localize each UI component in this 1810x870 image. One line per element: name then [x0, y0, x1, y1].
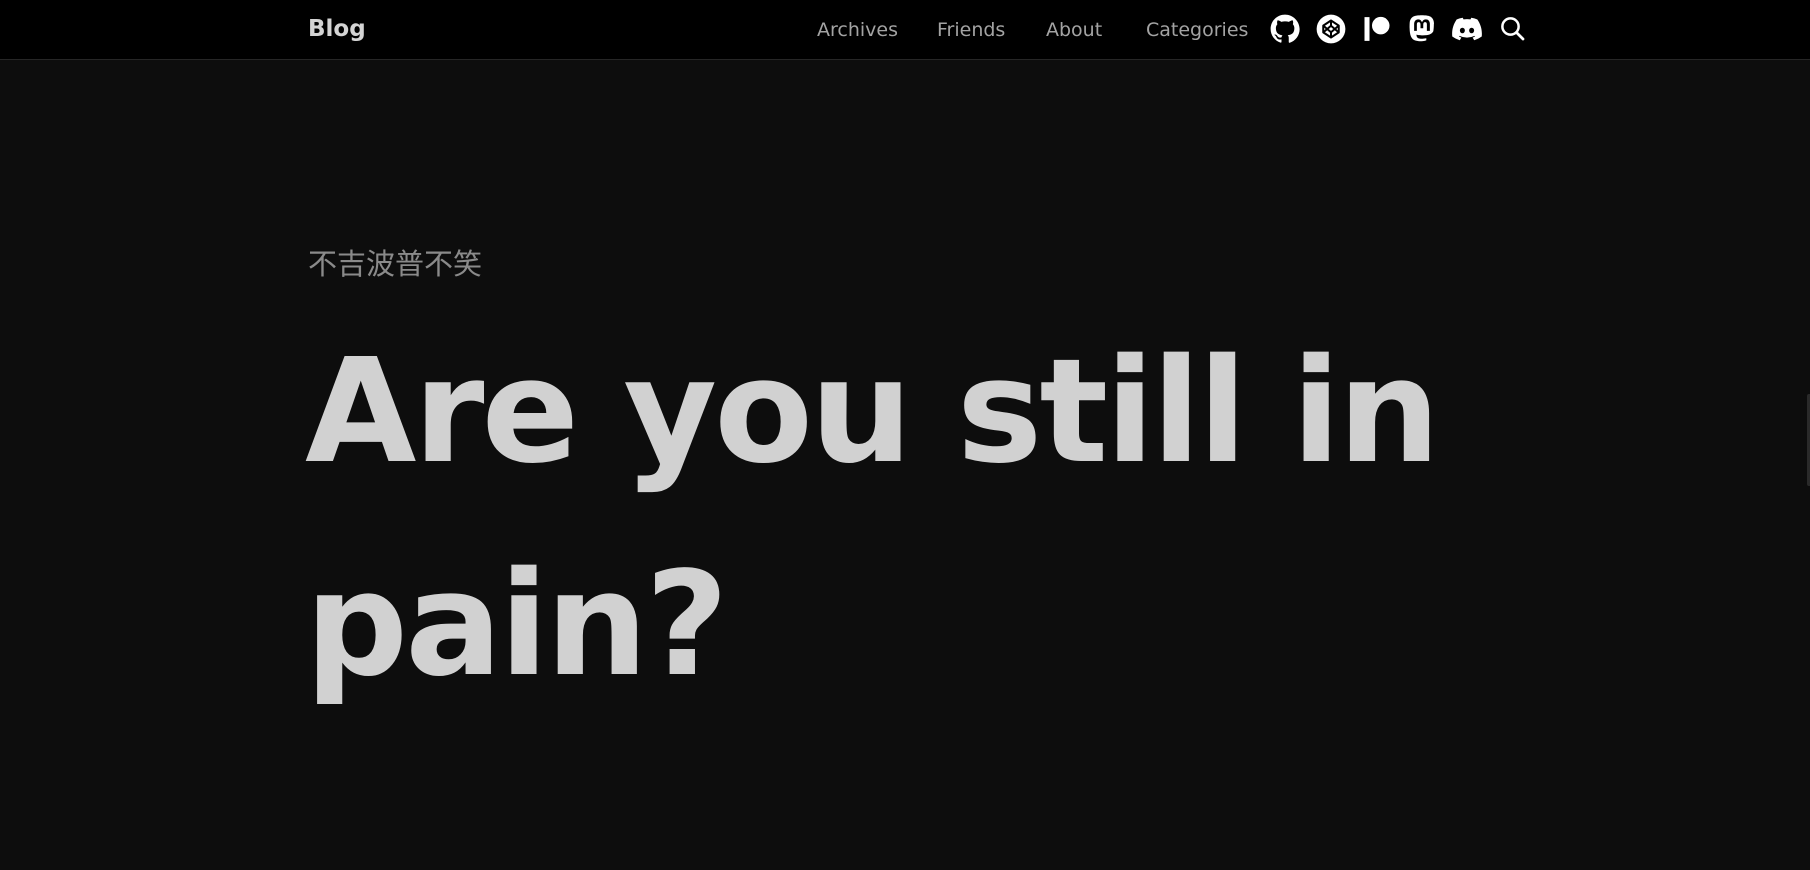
nav-archives-link[interactable]: Archives — [817, 17, 898, 43]
codepen-icon[interactable] — [1316, 14, 1346, 44]
github-icon[interactable] — [1270, 14, 1300, 44]
top-navbar: Blog Archives Friends About Categories — [0, 0, 1810, 60]
discord-icon[interactable] — [1452, 14, 1482, 44]
nav-friends-link[interactable]: Friends — [937, 17, 1005, 43]
nav-categories-link[interactable]: Categories — [1146, 17, 1248, 43]
patreon-icon[interactable] — [1362, 14, 1392, 44]
mastodon-icon[interactable] — [1407, 14, 1437, 44]
search-icon[interactable] — [1498, 14, 1528, 44]
nav-about-link[interactable]: About — [1046, 17, 1102, 43]
post-title: Are you still in pain? — [305, 327, 1440, 708]
blog-home-link[interactable]: Blog — [308, 14, 366, 44]
post-subtitle: 不吉波普不笑 — [308, 247, 483, 281]
